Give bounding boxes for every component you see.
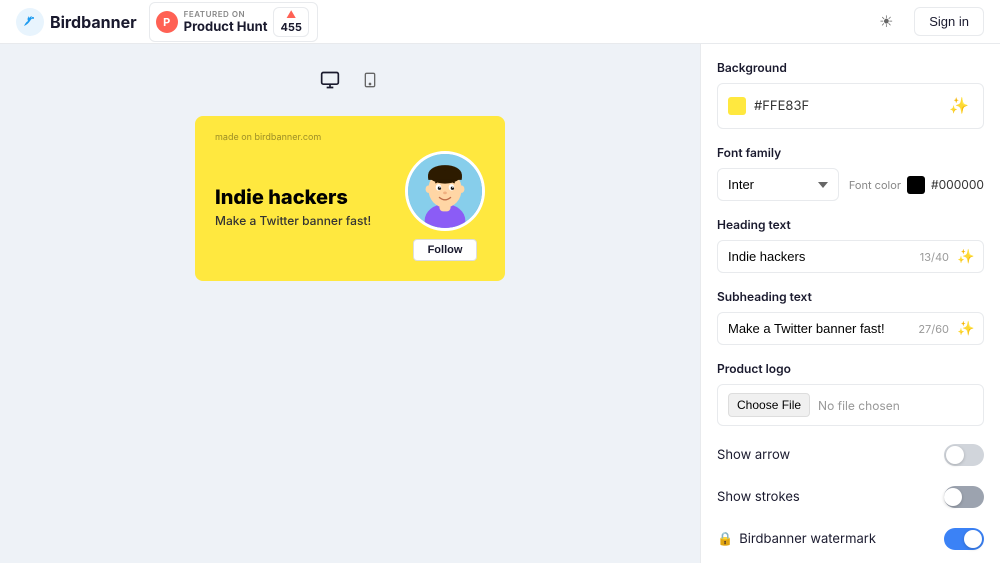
ph-icon: P: [156, 11, 178, 33]
font-family-section: Font family Inter Arial Georgia Roboto F…: [717, 145, 984, 201]
banner-avatar-area: Follow: [405, 151, 485, 261]
banner-subheading: Make a Twitter banner fast!: [215, 213, 395, 228]
banner-preview: made on birdbanner.com Indie hackers Mak…: [195, 116, 505, 281]
show-arrow-toggle[interactable]: [944, 444, 984, 466]
header-right: ☀ Sign in: [870, 6, 984, 38]
banner-avatar: [405, 151, 485, 231]
theme-toggle-button[interactable]: ☀: [870, 6, 902, 38]
header-left: Birdbanner P FEATURED ON Product Hunt ▲ …: [16, 2, 318, 42]
toggle-knob-watermark: [964, 530, 982, 548]
logo-area: Birdbanner: [16, 8, 137, 36]
settings-panel: Background #FFE83F ✨ Font family Inter A…: [700, 44, 1000, 563]
show-strokes-row: Show strokes: [717, 484, 984, 510]
header: Birdbanner P FEATURED ON Product Hunt ▲ …: [0, 0, 1000, 44]
no-file-text: No file chosen: [818, 398, 900, 413]
background-color-hex: #FFE83F: [754, 98, 937, 114]
show-strokes-toggle[interactable]: [944, 486, 984, 508]
banner-watermark-text: made on birdbanner.com: [215, 132, 485, 143]
heading-input-wrap: 13/40 ✨: [717, 240, 984, 273]
sign-in-button[interactable]: Sign in: [914, 7, 984, 36]
mobile-view-button[interactable]: [354, 64, 386, 96]
ph-votes-count: 455: [280, 20, 302, 34]
font-family-select[interactable]: Inter Arial Georgia Roboto: [717, 168, 839, 201]
background-section: Background #FFE83F ✨: [717, 60, 984, 129]
font-color-hex: #000000: [931, 177, 984, 192]
product-hunt-badge[interactable]: P FEATURED ON Product Hunt ▲ 455: [149, 2, 318, 42]
device-switcher: [314, 64, 386, 96]
banner-text-area: Indie hackers Make a Twitter banner fast…: [215, 185, 405, 228]
heading-text-input[interactable]: [718, 241, 920, 272]
ph-featured-on: FEATURED ON: [184, 9, 268, 19]
watermark-toggle[interactable]: [944, 528, 984, 550]
font-color-area: Font color #000000: [849, 176, 984, 194]
subheading-text-section: Subheading text 27/60 ✨: [717, 289, 984, 345]
font-row: Inter Arial Georgia Roboto Font color #0…: [717, 168, 984, 201]
subheading-char-count: 27/60: [918, 322, 955, 336]
desktop-view-button[interactable]: [314, 64, 346, 96]
banner-content: Indie hackers Make a Twitter banner fast…: [215, 151, 485, 261]
heading-text-label: Heading text: [717, 217, 984, 232]
file-input-wrap: Choose File No file chosen: [717, 384, 984, 426]
subheading-input-wrap: 27/60 ✨: [717, 312, 984, 345]
subheading-text-label: Subheading text: [717, 289, 984, 304]
ph-votes-box: ▲ 455: [273, 7, 309, 37]
product-logo-section: Product logo Choose File No file chosen: [717, 361, 984, 426]
show-arrow-row: Show arrow: [717, 442, 984, 468]
logo-icon: [16, 8, 44, 36]
follow-button[interactable]: Follow: [413, 239, 478, 261]
ph-upvote-arrow: ▲: [286, 10, 296, 20]
toggle-knob: [946, 446, 964, 464]
logo-text: Birdbanner: [50, 12, 137, 32]
choose-file-button[interactable]: Choose File: [728, 393, 810, 417]
background-color-swatch[interactable]: [728, 97, 746, 115]
font-color-swatch[interactable]: [907, 176, 925, 194]
background-label: Background: [717, 60, 984, 75]
subheading-text-input[interactable]: [718, 313, 918, 344]
show-strokes-label: Show strokes: [717, 489, 800, 505]
product-logo-label: Product logo: [717, 361, 984, 376]
main-layout: made on birdbanner.com Indie hackers Mak…: [0, 44, 1000, 563]
font-select-wrap: Inter Arial Georgia Roboto: [717, 168, 839, 201]
ph-product-hunt-label: Product Hunt: [184, 19, 268, 35]
show-arrow-label: Show arrow: [717, 447, 790, 463]
background-magic-button[interactable]: ✨: [945, 92, 973, 120]
heading-magic-button[interactable]: ✨: [955, 243, 983, 271]
watermark-row: 🔒 Birdbanner watermark: [717, 526, 984, 552]
font-family-label: Font family: [717, 145, 984, 160]
font-color-label: Font color: [849, 178, 901, 192]
watermark-label: 🔒 Birdbanner watermark: [717, 531, 876, 547]
ph-badge-content: FEATURED ON Product Hunt: [184, 9, 268, 35]
preview-panel: made on birdbanner.com Indie hackers Mak…: [0, 44, 700, 563]
heading-text-section: Heading text 13/40 ✨: [717, 217, 984, 273]
subheading-magic-button[interactable]: ✨: [955, 315, 983, 343]
heading-char-count: 13/40: [920, 250, 955, 264]
lock-icon: 🔒: [717, 531, 733, 547]
toggle-knob-strokes: [944, 488, 962, 506]
banner-heading: Indie hackers: [215, 185, 395, 209]
background-color-row: #FFE83F ✨: [717, 83, 984, 129]
